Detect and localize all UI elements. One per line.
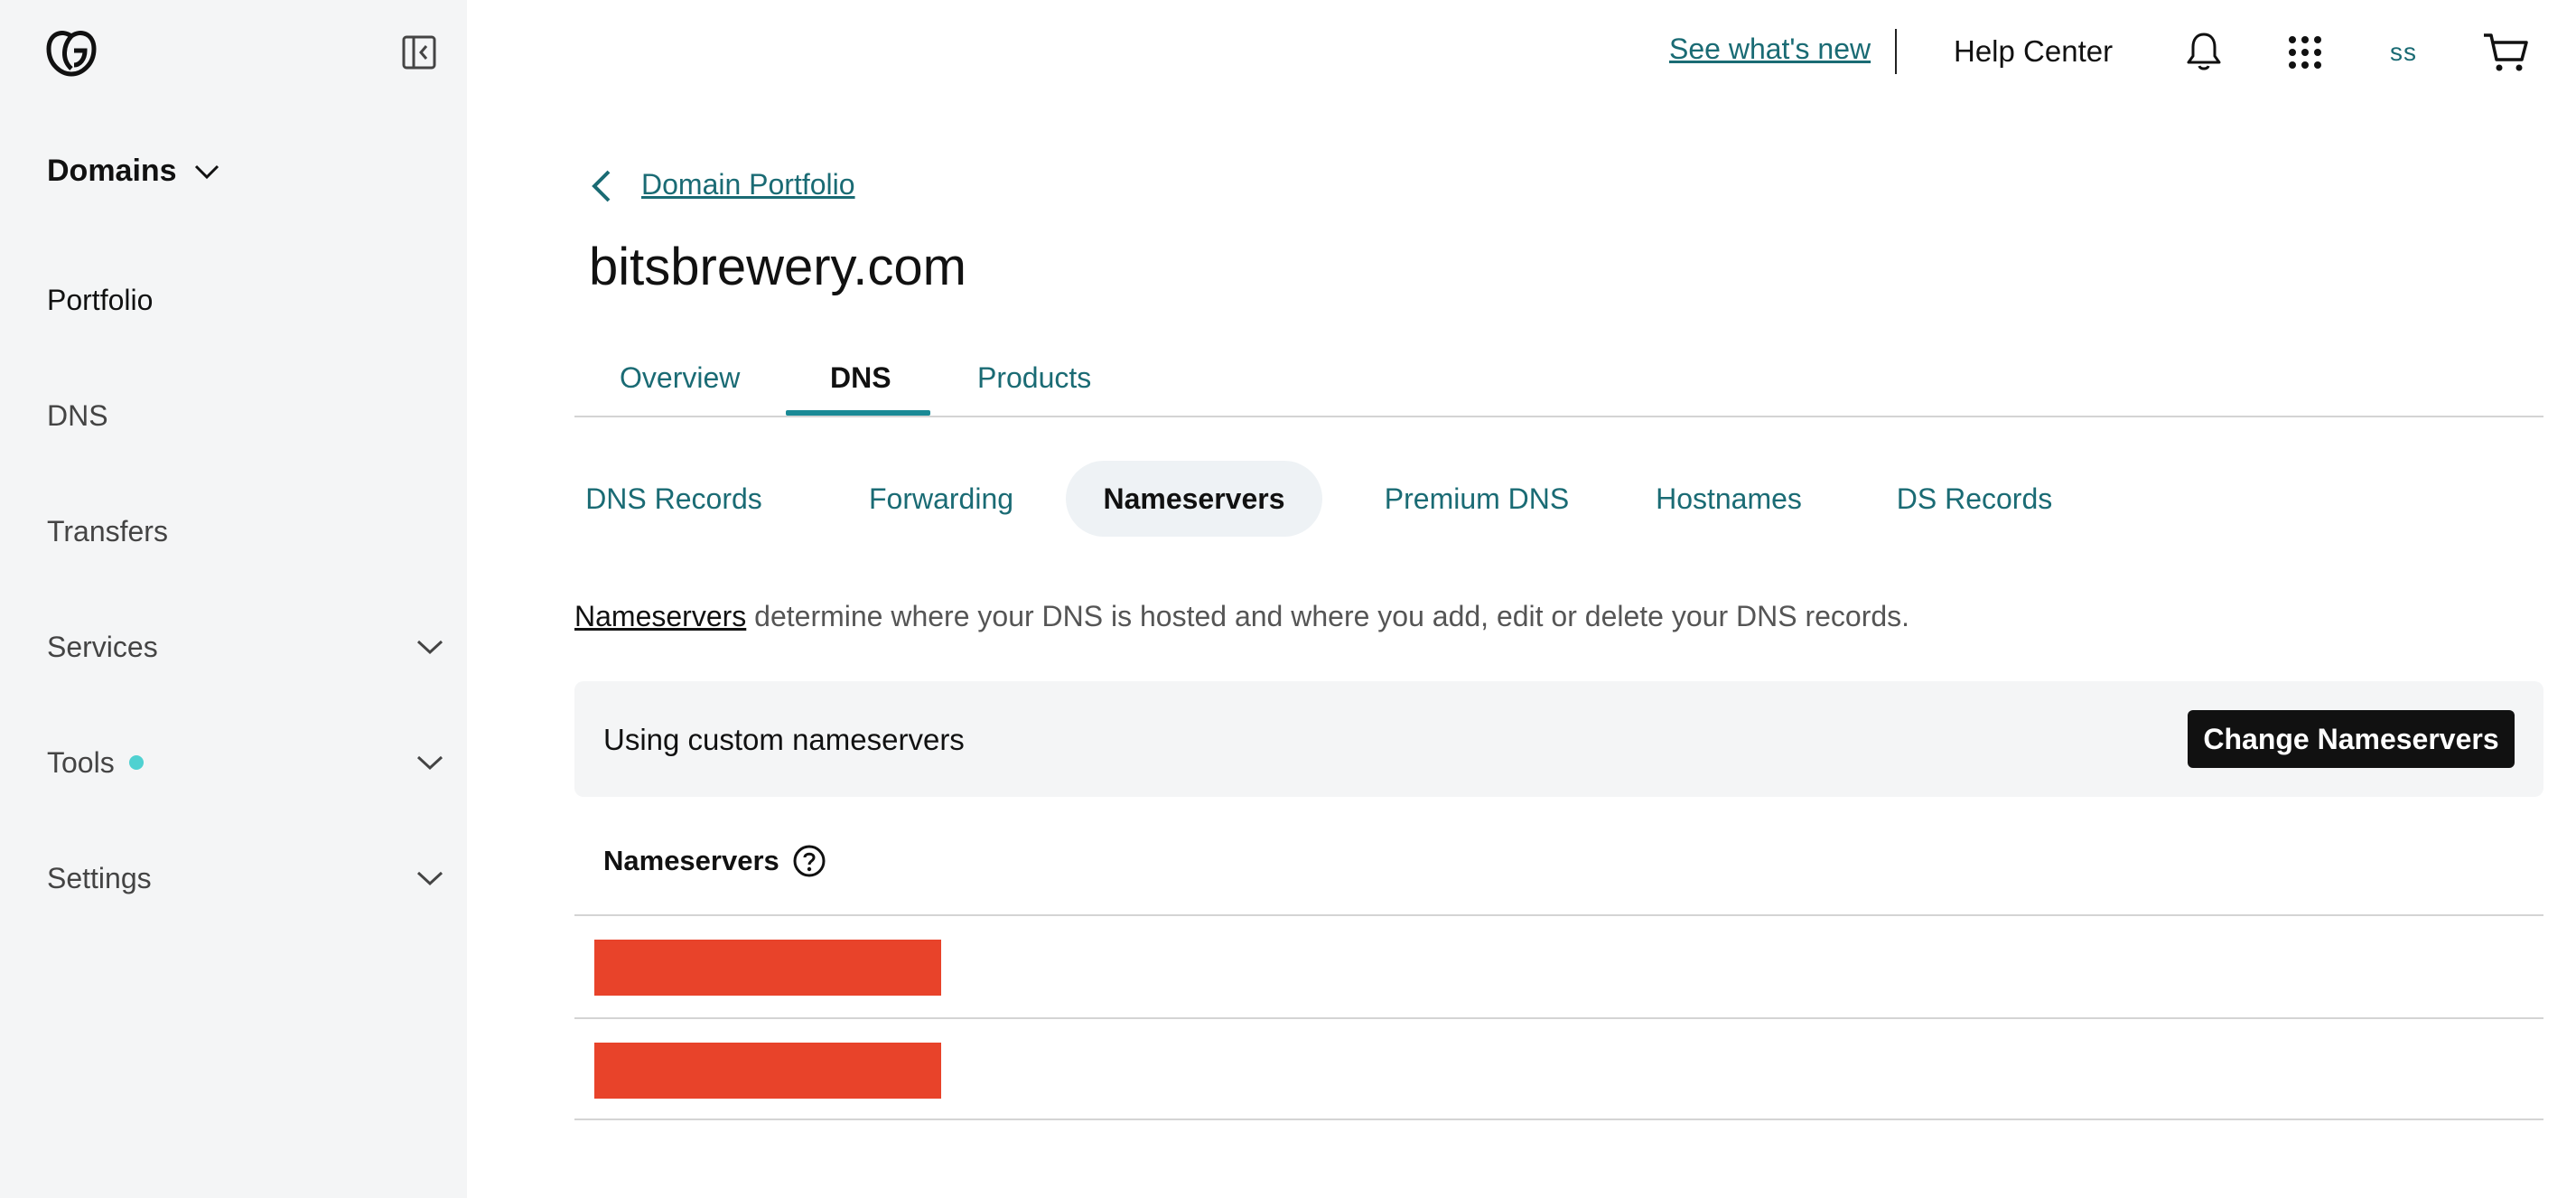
redacted-nameserver — [594, 940, 941, 996]
sidebar-item-settings[interactable]: Settings — [47, 851, 444, 905]
tab-dns[interactable]: DNS — [830, 361, 891, 417]
tab-overview[interactable]: Overview — [620, 361, 740, 417]
nameservers-header: Nameservers — [603, 844, 826, 878]
help-center-link[interactable]: Help Center — [1954, 34, 2113, 69]
header-divider — [1895, 29, 1897, 74]
nameservers-help-link[interactable]: Nameservers — [574, 600, 746, 632]
sidebar-item-label: Tools — [47, 745, 115, 779]
chevron-down-icon — [194, 164, 219, 179]
subtab-forwarding[interactable]: Forwarding — [851, 461, 1031, 537]
sidebar-item-dns[interactable]: DNS — [47, 388, 444, 443]
chevron-down-icon — [416, 755, 443, 771]
custom-nameservers-banner: Using custom nameservers Change Nameserv… — [574, 681, 2543, 797]
new-badge-dot — [128, 755, 144, 770]
tab-products[interactable]: Products — [977, 361, 1091, 417]
primary-tabs: Overview DNS Products — [574, 349, 2543, 417]
sidebar-item-portfolio[interactable]: Portfolio — [47, 273, 444, 327]
banner-text: Using custom nameservers — [603, 723, 965, 756]
description-text: determine where your DNS is hosted and w… — [746, 600, 1910, 632]
bell-icon[interactable] — [2184, 31, 2224, 72]
chevron-down-icon — [416, 871, 443, 886]
subtab-premium-dns[interactable]: Premium DNS — [1355, 461, 1599, 537]
section-title: Domains — [47, 154, 177, 188]
apps-grid-icon[interactable] — [2287, 34, 2323, 70]
nameservers-header-label: Nameservers — [603, 845, 779, 876]
sidebar-item-label: Portfolio — [47, 283, 154, 316]
sidebar-item-transfers[interactable]: Transfers — [47, 504, 444, 558]
sidebar-item-label: Services — [47, 630, 158, 663]
nameservers-description: Nameservers determine where your DNS is … — [574, 600, 1909, 633]
whats-new-link[interactable]: See what's new — [1669, 33, 1871, 66]
subtab-dns-records[interactable]: DNS Records — [583, 461, 764, 537]
sidebar-item-tools-wrap: Tools — [47, 746, 144, 780]
redacted-nameserver — [594, 1043, 941, 1099]
sidebar-item-label: Settings — [47, 861, 152, 894]
account-avatar[interactable]: ss — [2390, 38, 2417, 67]
sidebar-item-label: Transfers — [47, 514, 168, 548]
subtab-nameservers[interactable]: Nameservers — [1066, 461, 1322, 537]
nameserver-row — [574, 914, 2543, 1017]
godaddy-logo-icon[interactable] — [45, 29, 98, 78]
sidebar-item-tools[interactable]: Tools — [47, 735, 444, 790]
page-title: bitsbrewery.com — [589, 238, 966, 296]
domains-section-switcher[interactable]: Domains — [47, 154, 220, 189]
question-circle-icon[interactable] — [792, 844, 826, 878]
change-nameservers-button[interactable]: Change Nameservers — [2188, 710, 2515, 768]
active-tab-indicator — [786, 410, 930, 416]
chevron-down-icon — [416, 640, 443, 655]
cart-icon[interactable] — [2482, 31, 2529, 74]
back-chevron-icon[interactable] — [585, 166, 618, 206]
collapse-sidebar-icon[interactable] — [401, 34, 437, 70]
subtab-ds-records[interactable]: DS Records — [1857, 461, 2092, 537]
subtab-hostnames[interactable]: Hostnames — [1620, 461, 1837, 537]
nameserver-row — [574, 1017, 2543, 1120]
sidebar: Domains Portfolio DNS Transfers Services… — [0, 0, 467, 1198]
breadcrumb-domain-portfolio[interactable]: Domain Portfolio — [641, 168, 855, 201]
sidebar-item-services[interactable]: Services — [47, 620, 444, 674]
sidebar-item-label: DNS — [47, 398, 108, 432]
